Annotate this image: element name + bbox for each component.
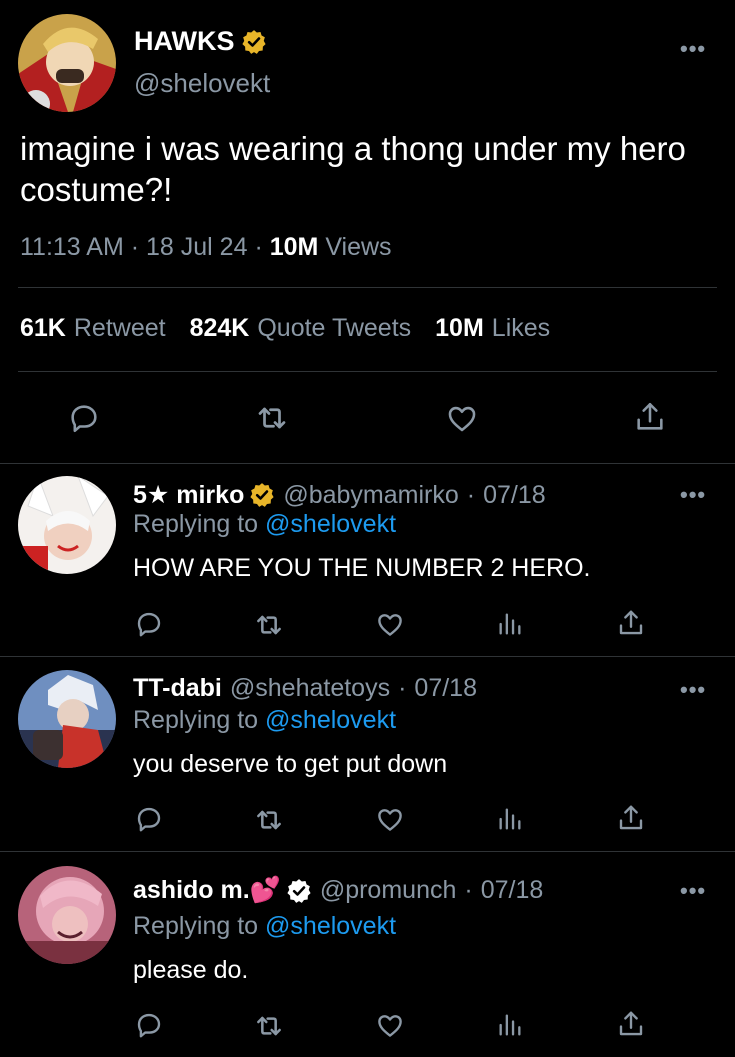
more-options-icon[interactable]: ••• bbox=[680, 878, 706, 904]
divider bbox=[0, 656, 735, 657]
reply-header: ashido m.💕 @promunch · 07/18 bbox=[133, 876, 543, 905]
like-icon[interactable] bbox=[374, 609, 406, 639]
share-icon[interactable] bbox=[616, 607, 646, 639]
replying-to-label: Replying to bbox=[133, 706, 259, 734]
replying-to-mention[interactable]: @shelovekt bbox=[265, 912, 396, 940]
more-options-icon[interactable]: ••• bbox=[680, 36, 706, 62]
analytics-icon[interactable] bbox=[496, 1010, 524, 1040]
share-icon[interactable] bbox=[616, 1008, 646, 1040]
reply-icon[interactable] bbox=[66, 400, 102, 436]
divider bbox=[18, 287, 717, 288]
reply-text: HOW ARE YOU THE NUMBER 2 HERO. bbox=[133, 554, 591, 582]
meta-separator: · bbox=[398, 674, 407, 702]
share-icon[interactable] bbox=[616, 802, 646, 834]
reply-author-name[interactable]: 5★ mirko bbox=[133, 480, 275, 510]
tweet-text: imagine i was wearing a thong under my h… bbox=[20, 130, 686, 208]
divider bbox=[18, 371, 717, 372]
reply-date[interactable]: 07/18 bbox=[483, 481, 546, 510]
share-icon[interactable] bbox=[632, 398, 668, 436]
retweet-icon[interactable] bbox=[254, 400, 290, 436]
retweet-icon[interactable] bbox=[253, 804, 285, 836]
reply-author-name[interactable]: ashido m.💕 bbox=[133, 876, 312, 905]
reply-text: you deserve to get put down bbox=[133, 750, 448, 778]
like-icon[interactable] bbox=[443, 400, 481, 436]
avatar-dabi[interactable] bbox=[18, 670, 116, 768]
replying-to-label: Replying to bbox=[133, 912, 259, 940]
tweet-meta: 11:13 AM · 18 Jul 24 · 10M Views bbox=[20, 233, 392, 262]
like-icon[interactable] bbox=[374, 804, 406, 834]
reply-text: please do. bbox=[133, 956, 249, 984]
meta-separator: · bbox=[466, 480, 476, 509]
reply-handle[interactable]: @babymamirko bbox=[283, 481, 458, 510]
reply-author-name[interactable]: TT-dabi bbox=[133, 674, 222, 703]
replying-to: Replying to @shelovekt bbox=[133, 706, 396, 735]
retweets-stat[interactable]: 61K Retweet bbox=[20, 314, 166, 343]
author-display-name[interactable]: HAWKS bbox=[134, 26, 235, 57]
like-icon[interactable] bbox=[374, 1010, 406, 1040]
more-options-icon[interactable]: ••• bbox=[680, 677, 706, 703]
reply-date[interactable]: 07/18 bbox=[414, 674, 477, 703]
meta-separator: · bbox=[464, 876, 473, 904]
retweet-icon[interactable] bbox=[253, 609, 285, 641]
avatar-hawks[interactable] bbox=[18, 14, 116, 112]
replying-to: Replying to @shelovekt bbox=[133, 510, 396, 539]
reply-icon[interactable] bbox=[134, 804, 164, 834]
avatar-mirko[interactable] bbox=[18, 476, 116, 574]
verified-badge-icon bbox=[250, 483, 274, 507]
retweets-label: Retweet bbox=[73, 314, 166, 342]
analytics-icon[interactable] bbox=[496, 609, 524, 639]
reply-display-name[interactable]: TT-dabi bbox=[133, 674, 222, 703]
reply-display-name[interactable]: 5★ mirko bbox=[133, 480, 244, 510]
replying-to-label: Replying to bbox=[133, 510, 259, 538]
tweet-time[interactable]: 11:13 AM bbox=[20, 233, 124, 261]
analytics-icon[interactable] bbox=[496, 804, 524, 834]
quotes-label: Quote Tweets bbox=[257, 314, 412, 342]
views-label: Views bbox=[325, 233, 392, 261]
reply-header: 5★ mirko @babymamirko · 07/18 bbox=[133, 480, 546, 510]
divider bbox=[0, 463, 735, 464]
reply-handle[interactable]: @promunch bbox=[320, 876, 457, 905]
verified-badge-icon bbox=[287, 878, 311, 903]
replying-to-mention[interactable]: @shelovekt bbox=[265, 706, 396, 734]
meta-separator: · bbox=[130, 233, 140, 261]
quotes-count: 824K bbox=[189, 314, 250, 342]
reply-icon[interactable] bbox=[134, 609, 164, 639]
more-options-icon[interactable]: ••• bbox=[680, 482, 706, 508]
likes-label: Likes bbox=[491, 314, 551, 342]
quotes-stat[interactable]: 824K Quote Tweets bbox=[190, 314, 412, 343]
replying-to-mention[interactable]: @shelovekt bbox=[265, 510, 396, 538]
reply-date[interactable]: 07/18 bbox=[481, 876, 544, 905]
author-handle[interactable]: @shelovekt bbox=[134, 68, 270, 99]
views-count: 10M bbox=[269, 233, 319, 261]
tweet-date[interactable]: 18 Jul 24 bbox=[146, 233, 247, 261]
author-name[interactable]: HAWKS bbox=[134, 26, 267, 57]
retweet-icon[interactable] bbox=[253, 1010, 285, 1042]
likes-count: 10M bbox=[435, 314, 484, 342]
replying-to: Replying to @shelovekt bbox=[133, 912, 396, 941]
divider bbox=[0, 851, 735, 852]
reply-handle[interactable]: @shehatetoys bbox=[230, 674, 390, 703]
tweet-stats: 61K Retweet 824K Quote Tweets 10M Likes bbox=[20, 314, 550, 343]
likes-stat[interactable]: 10M Likes bbox=[435, 314, 550, 343]
reply-display-name[interactable]: ashido m.💕 bbox=[133, 876, 281, 905]
verified-badge-icon bbox=[241, 29, 266, 54]
meta-separator: · bbox=[254, 233, 263, 261]
avatar-ashido[interactable] bbox=[18, 866, 116, 964]
reply-header: TT-dabi @shehatetoys · 07/18 bbox=[133, 674, 477, 703]
reply-icon[interactable] bbox=[134, 1010, 164, 1040]
retweets-count: 61K bbox=[20, 314, 66, 342]
